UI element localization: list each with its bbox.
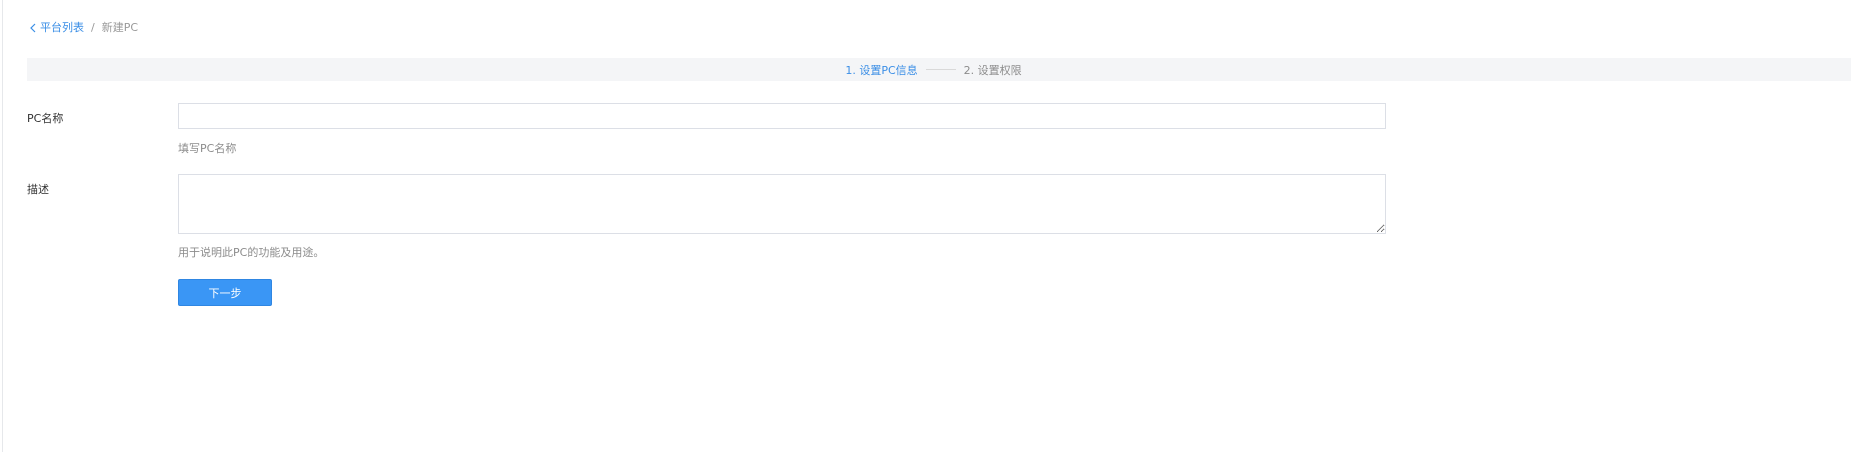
step-connector	[925, 69, 956, 70]
steps-bar: 1. 设置PC信息 2. 设置权限	[27, 58, 1851, 81]
steps-indicator: 1. 设置PC信息 2. 设置权限	[845, 62, 1021, 78]
desc-label: 描述	[27, 183, 49, 196]
desc-hint: 用于说明此PC的功能及用途。	[178, 246, 325, 259]
step-2: 2. 设置权限	[963, 63, 1022, 77]
step-1: 1. 设置PC信息	[845, 63, 918, 77]
breadcrumb-current: 新建PC	[101, 21, 139, 34]
breadcrumb: 平台列表 / 新建PC	[30, 21, 138, 35]
name-hint: 填写PC名称	[178, 142, 237, 155]
chevron-left-icon	[30, 23, 36, 33]
breadcrumb-back-link[interactable]: 平台列表	[30, 21, 84, 35]
breadcrumb-back-label: 平台列表	[40, 21, 84, 34]
main-content: 平台列表 / 新建PC 1. 设置PC信息 2. 设置权限 PC名称 填写PC名…	[2, 0, 1851, 452]
name-label: PC名称	[27, 112, 64, 125]
pc-name-input[interactable]	[178, 103, 1386, 129]
breadcrumb-separator: /	[91, 21, 95, 34]
description-textarea[interactable]	[178, 174, 1386, 234]
next-step-button[interactable]: 下一步	[178, 279, 272, 306]
